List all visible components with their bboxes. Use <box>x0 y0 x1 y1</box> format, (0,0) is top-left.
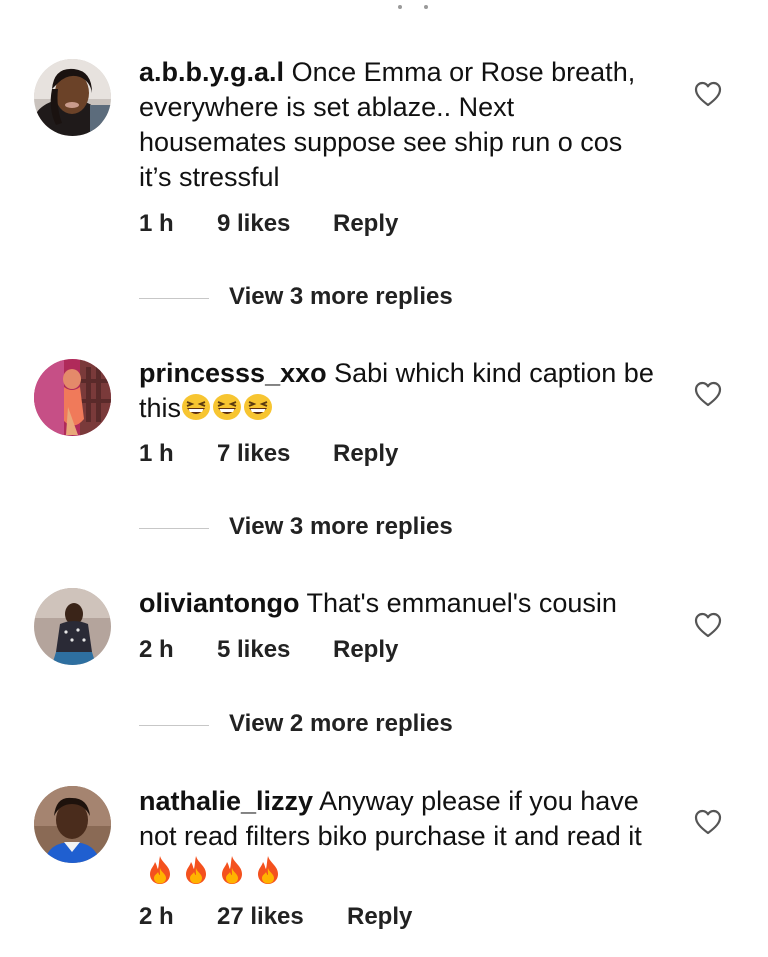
view-more-replies-button[interactable]: View 2 more replies <box>139 710 639 740</box>
reply-button[interactable]: Reply <box>347 903 412 931</box>
comment-time: 1 h <box>139 210 174 237</box>
comment-username[interactable]: princesss_xxo <box>139 358 327 388</box>
comment-likes[interactable]: 9 likes <box>217 210 290 238</box>
grinning-squinting-face-icon <box>243 393 273 421</box>
grinning-squinting-face-icon <box>212 393 242 421</box>
divider-line <box>139 298 209 299</box>
comment-text: That's emmanuel's cousin <box>306 588 617 618</box>
drag-handle <box>398 5 428 11</box>
view-more-replies-label[interactable]: View 3 more replies <box>229 513 453 541</box>
fire-icon <box>217 855 247 885</box>
avatar[interactable] <box>34 359 111 436</box>
comment-body: nathalie_lizzy Anyway please if you have… <box>139 784 659 889</box>
heart-icon[interactable] <box>694 809 722 835</box>
comment-body: princesss_xxo Sabi which kind caption be… <box>139 356 659 426</box>
view-more-replies-label[interactable]: View 2 more replies <box>229 710 453 738</box>
comment-username[interactable]: oliviantongo <box>139 588 299 618</box>
divider-line <box>139 528 209 529</box>
comment-time: 2 h <box>139 903 174 930</box>
comment-likes[interactable]: 7 likes <box>217 440 290 468</box>
comment-username[interactable]: nathalie_lizzy <box>139 786 313 816</box>
comment-body: oliviantongo That's emmanuel's cousin <box>139 586 659 621</box>
view-more-replies-label[interactable]: View 3 more replies <box>229 283 453 311</box>
comment-time: 2 h <box>139 636 174 663</box>
comment-likes[interactable]: 27 likes <box>217 903 304 931</box>
comment-time: 1 h <box>139 440 174 467</box>
fire-icon <box>253 855 283 885</box>
reply-button[interactable]: Reply <box>333 636 398 664</box>
comment-username[interactable]: a.b.b.y.g.a.l <box>139 57 284 87</box>
avatar[interactable] <box>34 786 111 863</box>
avatar[interactable] <box>34 588 111 665</box>
fire-icon <box>145 855 175 885</box>
divider-line <box>139 725 209 726</box>
fire-icon <box>181 855 211 885</box>
heart-icon[interactable] <box>694 612 722 638</box>
view-more-replies-button[interactable]: View 3 more replies <box>139 283 639 313</box>
comment-body: a.b.b.y.g.a.l Once Emma or Rose breath, … <box>139 55 659 195</box>
grinning-squinting-face-icon <box>181 393 211 421</box>
reply-button[interactable]: Reply <box>333 210 398 238</box>
avatar[interactable] <box>34 59 111 136</box>
comment-likes[interactable]: 5 likes <box>217 636 290 664</box>
heart-icon[interactable] <box>694 81 722 107</box>
heart-icon[interactable] <box>694 381 722 407</box>
view-more-replies-button[interactable]: View 3 more replies <box>139 513 639 543</box>
reply-button[interactable]: Reply <box>333 440 398 468</box>
